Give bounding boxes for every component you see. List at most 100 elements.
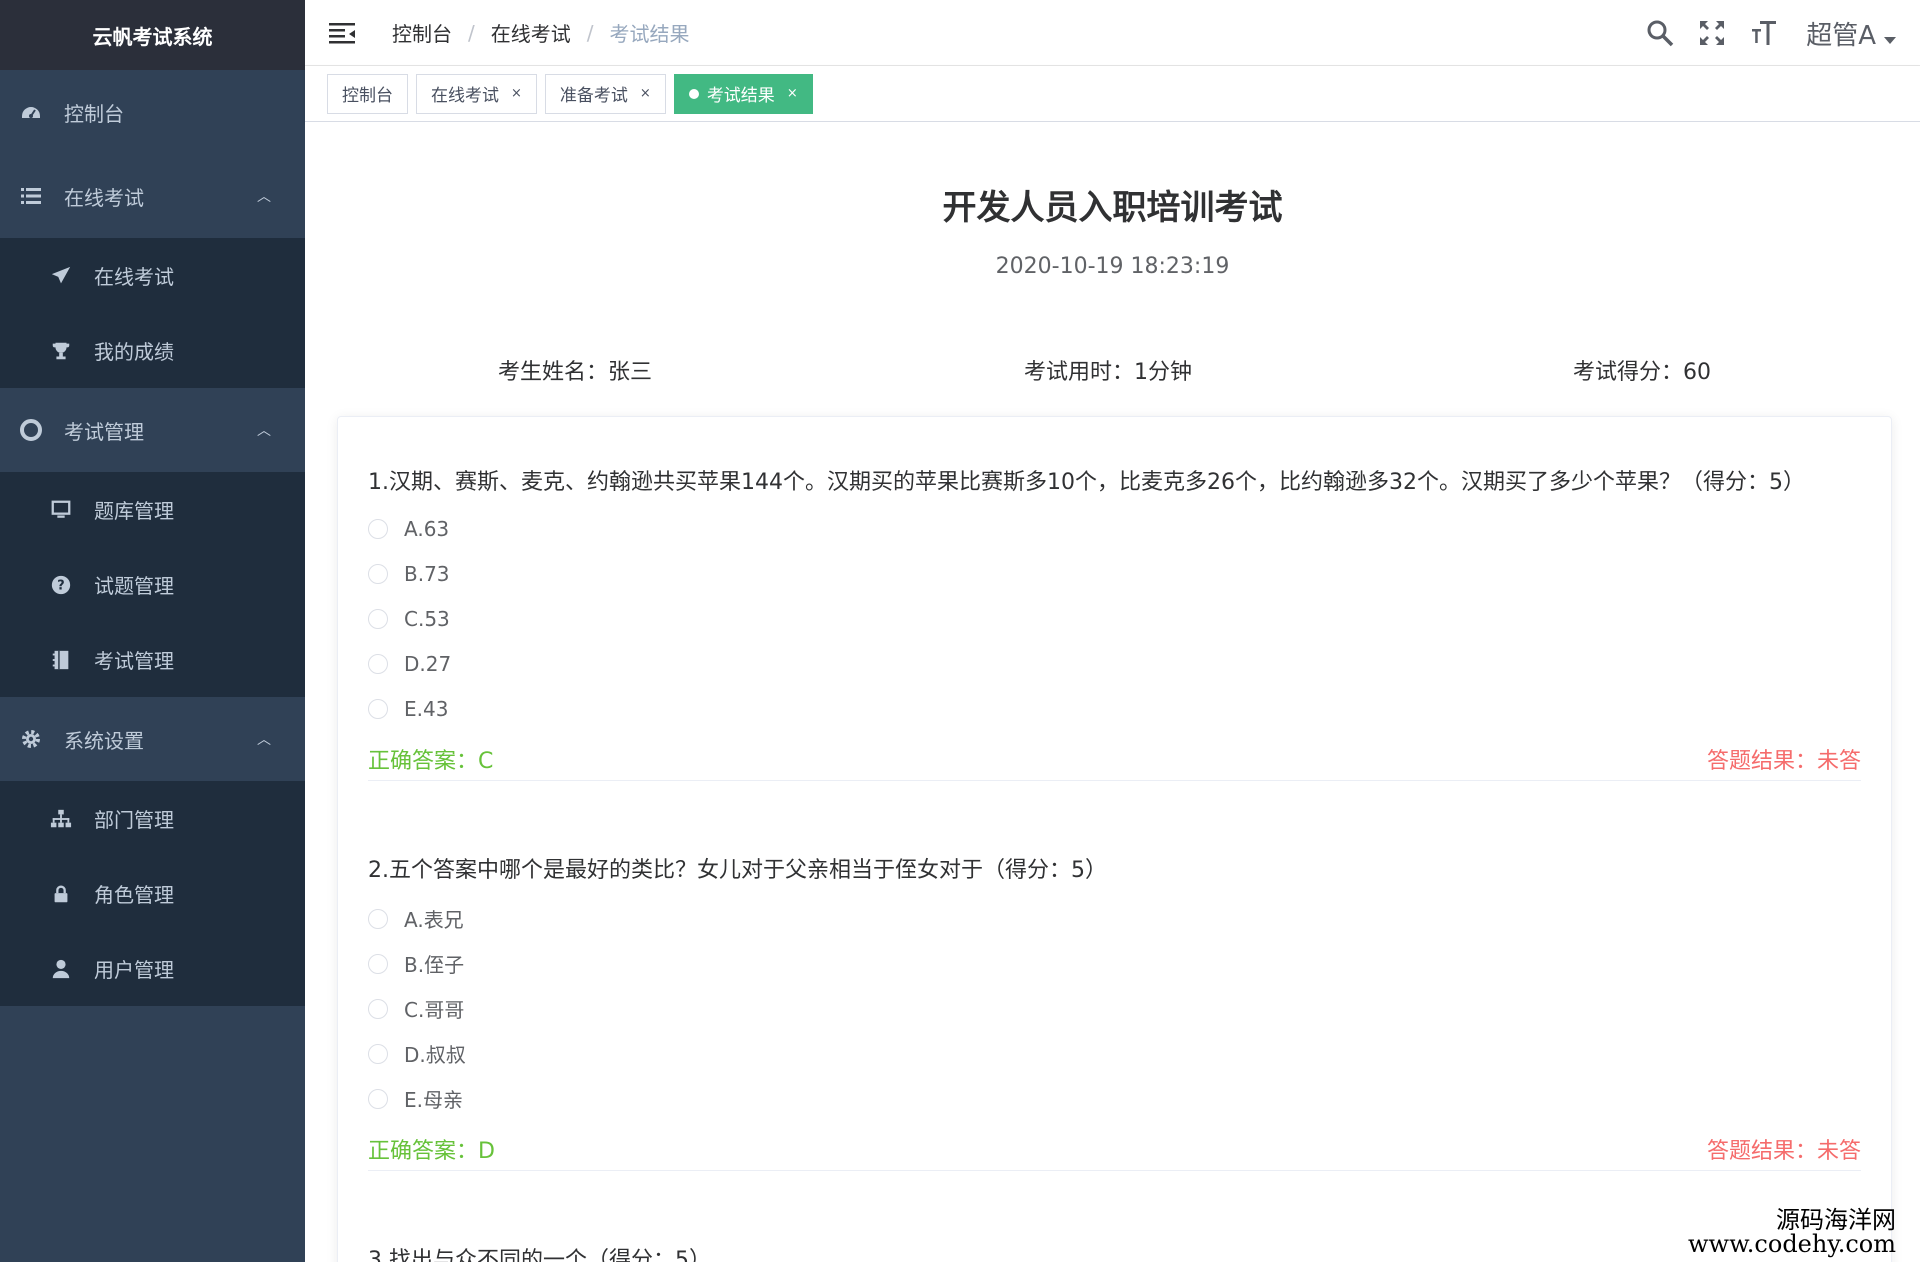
radio-button[interactable] [368, 608, 388, 629]
caret-down-icon[interactable] [1884, 36, 1896, 44]
option-item[interactable]: D.叔叔 [368, 1031, 1861, 1076]
watermark-line1: 源码海洋网 [1776, 1206, 1896, 1234]
correct-answer-value: D [478, 1139, 495, 1164]
hamburger-icon[interactable] [327, 18, 357, 48]
questions-card: 1.汉期、赛斯、麦克、约翰逊共买苹果144个。汉期买的苹果比赛斯多10个，比麦克… [337, 416, 1892, 1262]
sidebar-group-online-exam[interactable]: 在线考试 ︿ [0, 154, 305, 238]
book-icon [48, 647, 74, 673]
fullscreen-icon[interactable] [1696, 17, 1728, 49]
sidebar-item-label: 题库管理 [94, 499, 174, 523]
tag-prepare-exam[interactable]: 准备考试 × [544, 73, 666, 114]
chevron-up-icon: ︿ [257, 732, 271, 748]
gear-icon [18, 726, 44, 752]
examinee-label: 考生姓名： [498, 360, 609, 385]
radio-button[interactable] [368, 698, 388, 719]
option-label: C.53 [404, 606, 450, 631]
sidebar-item-label: 试题管理 [94, 574, 174, 598]
tag-label: 考试结果 [706, 86, 775, 106]
breadcrumb-dashboard[interactable]: 控制台 [392, 18, 452, 47]
question-text: 2.五个答案中哪个是最好的类比？女儿对于父亲相当于侄女对于（得分：5） [368, 858, 1107, 883]
breadcrumb-separator: / [468, 20, 475, 45]
exam-summary: 考生姓名：张三 考试用时：1分钟 考试得分：60 [305, 354, 1920, 394]
paper-plane-icon [48, 263, 74, 289]
examinee-name: 张三 [608, 360, 653, 385]
user-icon [48, 956, 74, 982]
option-item[interactable]: D.27 [368, 641, 1861, 686]
radio-button[interactable] [368, 653, 388, 674]
sidebar-item-label: 控制台 [64, 101, 124, 126]
tag-online-exam[interactable]: 在线考试 × [416, 73, 537, 114]
option-item[interactable]: B.73 [368, 551, 1861, 596]
user-menu[interactable]: 超管A [1806, 15, 1876, 52]
option-item[interactable]: C.53 [368, 596, 1861, 641]
duration-info: 考试用时：1分钟 [1024, 354, 1192, 386]
sidebar-item-label: 在线考试 [64, 185, 144, 210]
radio-button[interactable] [368, 908, 388, 929]
correct-answer-value: C [478, 749, 494, 774]
radio-button[interactable] [368, 998, 388, 1019]
option-label: B.73 [404, 561, 450, 586]
lifebuoy-icon [18, 417, 44, 443]
correct-answer-label: 正确答案： [368, 1139, 479, 1164]
tag-exam-result[interactable]: 考试结果 × [673, 73, 813, 114]
breadcrumb: 控制台 / 在线考试 / 考试结果 [392, 18, 690, 47]
exam-title: 开发人员入职培训考试 [942, 188, 1283, 228]
sidebar-item-departments[interactable]: 部门管理 [0, 781, 305, 856]
option-item[interactable]: A.63 [368, 506, 1861, 551]
tag-dashboard[interactable]: 控制台 [327, 73, 408, 114]
sidebar-item-users[interactable]: 用户管理 [0, 931, 305, 1006]
sidebar-item-question-management[interactable]: ? 试题管理 [0, 547, 305, 622]
sidebar-group-system-settings[interactable]: 系统设置 ︿ [0, 697, 305, 781]
trophy-icon [48, 338, 74, 364]
close-icon[interactable]: × [511, 86, 522, 101]
sidebar-item-dashboard[interactable]: 控制台 [0, 70, 305, 154]
radio-button[interactable] [368, 1088, 388, 1109]
chevron-up-icon: ︿ [257, 423, 271, 439]
radio-button[interactable] [368, 1043, 388, 1064]
breadcrumb-online-exam[interactable]: 在线考试 [491, 18, 571, 47]
duration-value: 1分钟 [1134, 360, 1193, 385]
sidebar-item-roles[interactable]: 角色管理 [0, 856, 305, 931]
navbar-right: 超管A [1624, 0, 1896, 66]
sidebar-item-question-bank[interactable]: 题库管理 [0, 472, 305, 547]
tag-label: 在线考试 [431, 86, 499, 106]
tag-label: 控制台 [342, 86, 393, 106]
score-value: 60 [1683, 360, 1712, 385]
active-dot-icon [688, 88, 699, 99]
sidebar-item-label: 考试管理 [94, 649, 174, 673]
correct-answer-label: 正确答案： [368, 749, 479, 774]
correct-answer: 正确答案：D [368, 1133, 495, 1165]
sidebar-group-exam-management[interactable]: 考试管理 ︿ [0, 388, 305, 472]
question-item: 1.汉期、赛斯、麦克、约翰逊共买苹果144个。汉期买的苹果比赛斯多10个，比麦克… [368, 469, 1861, 781]
question-text: 1.汉期、赛斯、麦克、约翰逊共买苹果144个。汉期买的苹果比赛斯多10个，比麦克… [368, 470, 1805, 495]
radio-button[interactable] [368, 953, 388, 974]
option-label: B.侄子 [404, 953, 465, 977]
question-item: 2.五个答案中哪个是最好的类比？女儿对于父亲相当于侄女对于（得分：5） A.表兄… [368, 857, 1861, 1171]
list-icon [18, 183, 44, 209]
sidebar-item-my-scores[interactable]: 我的成绩 [0, 313, 305, 388]
option-label: A.63 [404, 516, 450, 541]
option-item[interactable]: C.哥哥 [368, 986, 1861, 1031]
sidebar-item-online-exam[interactable]: 在线考试 [0, 238, 305, 313]
app-logo[interactable]: 云帆考试系统 [0, 0, 305, 70]
option-list: A.表兄 B.侄子 C.哥哥 D.叔叔 E.母亲 [368, 896, 1861, 1121]
radio-button[interactable] [368, 518, 388, 539]
option-item[interactable]: E.母亲 [368, 1076, 1861, 1121]
breadcrumb-separator: / [586, 20, 594, 45]
option-item[interactable]: B.侄子 [368, 941, 1861, 986]
tags-view: 控制台 在线考试 × 准备考试 × 考试结果 × [305, 66, 1920, 122]
answer-result-label: 答题结果： [1706, 1139, 1817, 1164]
close-icon[interactable]: × [787, 86, 798, 101]
option-label: C.哥哥 [404, 998, 465, 1022]
font-size-icon[interactable] [1748, 17, 1780, 49]
correct-answer: 正确答案：C [368, 743, 493, 775]
search-icon[interactable] [1644, 17, 1676, 49]
radio-button[interactable] [368, 563, 388, 584]
sidebar-item-label: 用户管理 [94, 958, 174, 982]
chevron-up-icon: ︿ [257, 189, 271, 205]
close-icon[interactable]: × [640, 86, 651, 101]
option-item[interactable]: E.43 [368, 686, 1861, 731]
option-item[interactable]: A.表兄 [368, 896, 1861, 941]
option-label: E.43 [404, 696, 449, 721]
sidebar-item-exam-management[interactable]: 考试管理 [0, 622, 305, 697]
